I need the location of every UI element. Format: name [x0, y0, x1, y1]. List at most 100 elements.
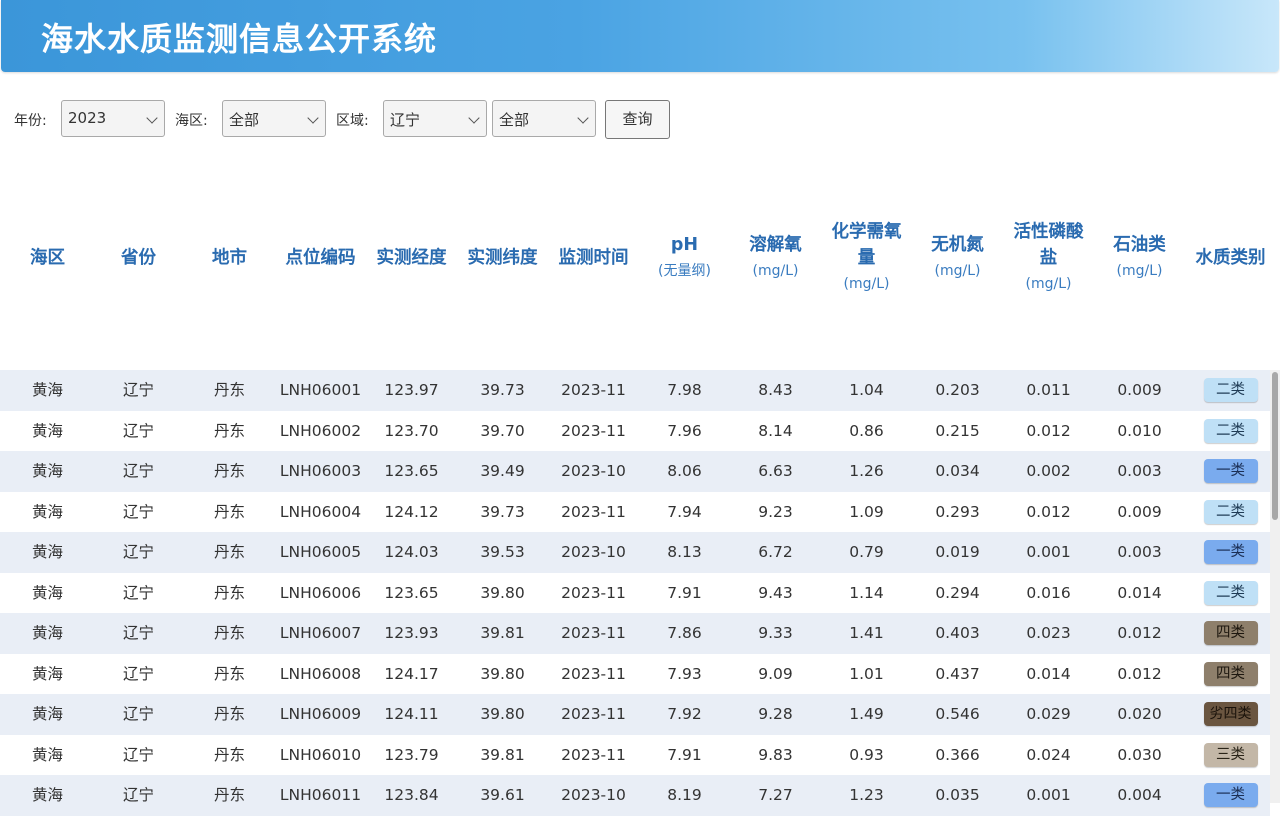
- cell-cod: 0.86: [849, 421, 884, 440]
- header-monitor-time: 监测时间: [548, 200, 639, 315]
- cell-latitude: 39.81: [480, 745, 525, 764]
- subregion-select[interactable]: 全部: [492, 100, 596, 137]
- cell-petroleum: 0.003: [1117, 462, 1162, 480]
- cell-inorganic-nitrogen: 0.035: [935, 786, 980, 804]
- cell-station-code: LNH06004: [279, 502, 362, 521]
- cell-petroleum: 0.004: [1117, 786, 1162, 804]
- cell-city: 丹东: [213, 583, 245, 602]
- app-title: 海水水质监测信息公开系统: [41, 20, 438, 58]
- cell-longitude: 123.84: [384, 786, 439, 804]
- cell-monitor-time: 2023-11: [561, 624, 626, 642]
- cell-longitude: 123.93: [384, 624, 439, 642]
- cell-latitude: 39.81: [480, 624, 525, 642]
- cell-latitude: 39.73: [480, 381, 525, 399]
- table-row[interactable]: 黄海 辽宁 丹东 LNH06003 123.65 39.49 2023-10 8.06 6.63…: [0, 451, 1270, 492]
- table-row[interactable]: 黄海 辽宁 丹东 LNH06008 124.17 39.80 2023-11 7.93 9.09…: [0, 654, 1270, 695]
- header-label: 石油类: [1113, 234, 1166, 255]
- query-button[interactable]: 查询: [605, 100, 670, 139]
- header-label: 水质类别: [1195, 247, 1266, 268]
- quality-grade-badge: 劣四类: [1203, 702, 1258, 726]
- cell-station-code: LNH06001: [279, 381, 362, 399]
- scrollbar-thumb[interactable]: [1272, 372, 1278, 520]
- header-label: 点位编码: [285, 247, 356, 268]
- cell-quality-grade: 二类: [1185, 370, 1276, 411]
- header-label: 监测时间: [558, 247, 629, 268]
- cell-monitor-time: 2023-10: [561, 786, 626, 804]
- cell-province: 辽宁: [122, 381, 154, 399]
- cell-sea: 黄海: [31, 745, 63, 764]
- cell-ph: 7.91: [667, 583, 702, 602]
- cell-ph: 7.96: [667, 421, 702, 440]
- table-row[interactable]: 黄海 辽宁 丹东 LNH06010 123.79 39.81 2023-11 7.91 9.83…: [0, 735, 1270, 776]
- cell-cod: 1.41: [849, 624, 884, 642]
- chevron-down-icon: [307, 112, 319, 124]
- cell-cod: 1.23: [849, 786, 884, 804]
- cell-longitude: 123.97: [384, 381, 439, 399]
- cell-station-code: LNH06009: [279, 705, 362, 723]
- cell-phosphate: 0.014: [1026, 664, 1071, 683]
- cell-longitude: 124.17: [384, 664, 439, 683]
- cell-cod: 0.79: [849, 543, 884, 561]
- header-longitude: 实测经度: [366, 200, 457, 315]
- table-row[interactable]: 黄海 辽宁 丹东 LNH06002 123.70 39.70 2023-11 7.96 8.14…: [0, 411, 1270, 452]
- cell-sea: 黄海: [31, 705, 63, 723]
- cell-inorganic-nitrogen: 0.215: [935, 421, 980, 440]
- table-row[interactable]: 黄海 辽宁 丹东 LNH06004 124.12 39.73 2023-11 7.94 9.23…: [0, 492, 1270, 533]
- cell-province: 辽宁: [122, 664, 154, 683]
- cell-cod: 1.49: [849, 705, 884, 723]
- cell-city: 丹东: [213, 543, 245, 561]
- cell-ph: 7.86: [667, 624, 702, 642]
- cell-monitor-time: 2023-10: [561, 543, 626, 561]
- cell-quality-grade: 四类: [1185, 613, 1276, 654]
- sea-select[interactable]: 全部: [222, 100, 326, 137]
- header-phosphate: 活性磷酸盐 (mg/L): [1003, 200, 1094, 315]
- cell-province: 辽宁: [122, 705, 154, 723]
- cell-quality-grade: 三类: [1185, 735, 1276, 776]
- quality-grade-badge: 二类: [1203, 499, 1258, 524]
- table-row[interactable]: 黄海 辽宁 丹东 LNH06011 123.84 39.61 2023-10 8.19 7.27…: [0, 775, 1270, 816]
- cell-station-code: LNH06008: [279, 664, 362, 683]
- year-select[interactable]: 2023: [61, 100, 165, 137]
- quality-grade-badge: 四类: [1203, 661, 1258, 686]
- cell-quality-grade: 劣四类: [1185, 694, 1276, 735]
- region-select[interactable]: 辽宁: [383, 100, 487, 137]
- cell-latitude: 39.49: [480, 462, 525, 480]
- header-unit: (mg/L): [934, 262, 981, 279]
- cell-dissolved-oxygen: 8.14: [758, 421, 793, 440]
- cell-sea: 黄海: [31, 421, 63, 440]
- cell-dissolved-oxygen: 8.43: [758, 381, 793, 399]
- table-row[interactable]: 黄海 辽宁 丹东 LNH06006 123.65 39.80 2023-11 7.91 9.43…: [0, 573, 1270, 614]
- header-label: 省份: [121, 247, 156, 268]
- cell-inorganic-nitrogen: 0.019: [935, 543, 980, 561]
- region-select-value: 辽宁: [390, 111, 421, 129]
- cell-province: 辽宁: [122, 502, 154, 521]
- cell-inorganic-nitrogen: 0.403: [935, 624, 980, 642]
- cell-petroleum: 0.012: [1117, 624, 1162, 642]
- cell-city: 丹东: [213, 786, 245, 804]
- cell-dissolved-oxygen: 9.23: [758, 502, 793, 521]
- cell-ph: 7.91: [667, 745, 702, 764]
- subregion-select-value: 全部: [499, 111, 530, 129]
- table-row[interactable]: 黄海 辽宁 丹东 LNH06009 124.11 39.80 2023-11 7.92 9.28…: [0, 694, 1270, 735]
- header-label: 活性磷酸盐: [1013, 221, 1084, 268]
- cell-dissolved-oxygen: 9.83: [758, 745, 793, 764]
- table-row[interactable]: 黄海 辽宁 丹东 LNH06005 124.03 39.53 2023-10 8.13 6.72…: [0, 532, 1270, 573]
- cell-quality-grade: 一类: [1185, 775, 1276, 816]
- cell-phosphate: 0.012: [1026, 421, 1071, 440]
- cell-monitor-time: 2023-11: [561, 381, 626, 399]
- header-dissolved-oxygen: 溶解氧 (mg/L): [730, 200, 821, 315]
- table-row[interactable]: 黄海 辽宁 丹东 LNH06007 123.93 39.81 2023-11 7.86 9.33…: [0, 613, 1270, 654]
- cell-ph: 8.19: [667, 786, 702, 804]
- table-row[interactable]: 黄海 辽宁 丹东 LNH06001 123.97 39.73 2023-11 7.98 8.43…: [0, 370, 1270, 411]
- cell-province: 辽宁: [122, 421, 154, 440]
- header-label: 无机氮: [931, 234, 984, 255]
- cell-longitude: 123.79: [384, 745, 439, 764]
- cell-province: 辽宁: [122, 745, 154, 764]
- filter-bar: 年份: 2023 海区: 全部 区域: 辽宁 全部 查询: [0, 100, 1280, 139]
- cell-ph: 7.98: [667, 381, 702, 399]
- table-scrollbar[interactable]: [1270, 370, 1280, 803]
- cell-dissolved-oxygen: 9.43: [758, 583, 793, 602]
- header-unit: (mg/L): [843, 275, 890, 292]
- cell-ph: 7.92: [667, 705, 702, 723]
- cell-longitude: 123.65: [384, 462, 439, 480]
